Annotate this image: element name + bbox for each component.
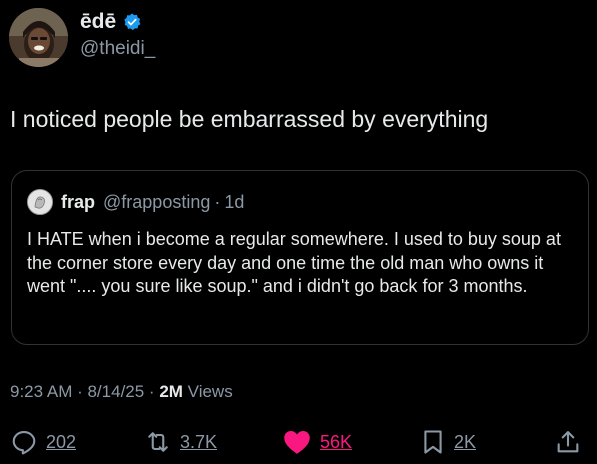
- bookmark-button[interactable]: 2K: [420, 426, 476, 458]
- author-handle[interactable]: @theidi_: [80, 38, 155, 60]
- reply-bubble-icon: [12, 431, 36, 455]
- author-name-row[interactable]: ēdē: [80, 10, 142, 34]
- repost-arrows-icon: [148, 432, 168, 452]
- quote-avatar[interactable]: [27, 189, 53, 215]
- quote-separator: ·: [214, 192, 221, 212]
- action-bar: 202 3.7K 56K 2K: [0, 426, 597, 458]
- author-display-name[interactable]: ēdē: [80, 10, 116, 34]
- repost-count: 3.7K: [180, 431, 218, 452]
- repost-button[interactable]: 3.7K: [144, 426, 217, 458]
- views-label: Views: [182, 382, 233, 401]
- tweet-timestamp[interactable]: 9:23 AM · 8/14/25 ·: [10, 382, 159, 401]
- author-avatar[interactable]: [9, 8, 68, 67]
- verified-badge-icon: [124, 13, 141, 31]
- quote-display-name[interactable]: frap: [61, 191, 95, 213]
- bookmark-count: 2K: [454, 431, 477, 452]
- quote-header: frap @frapposting · 1d: [27, 189, 244, 215]
- tweet-meta: 9:23 AM · 8/14/25 · 2M Views: [10, 381, 233, 403]
- heart-icon: [284, 431, 310, 454]
- quote-avatar-image: [28, 190, 52, 214]
- bookmark-icon: [424, 430, 442, 454]
- share-button[interactable]: [554, 426, 582, 458]
- views-count: 2M: [159, 382, 183, 401]
- quote-text: I HATE when i become a regular somewhere…: [27, 229, 561, 296]
- quote-timestamp[interactable]: 1d: [224, 191, 244, 213]
- share-icon: [557, 431, 579, 453]
- like-count: 56K: [320, 431, 353, 452]
- quote-handle[interactable]: @frapposting: [103, 191, 210, 213]
- reply-button[interactable]: 202: [10, 426, 76, 458]
- quoted-tweet-card[interactable]: frap @frapposting · 1d I HATE when i bec…: [11, 170, 589, 345]
- like-button[interactable]: 56K: [282, 426, 352, 458]
- tweet-text: I noticed people be embarrassed by every…: [10, 106, 489, 132]
- reply-count: 202: [46, 431, 77, 452]
- avatar-photo: [9, 8, 68, 67]
